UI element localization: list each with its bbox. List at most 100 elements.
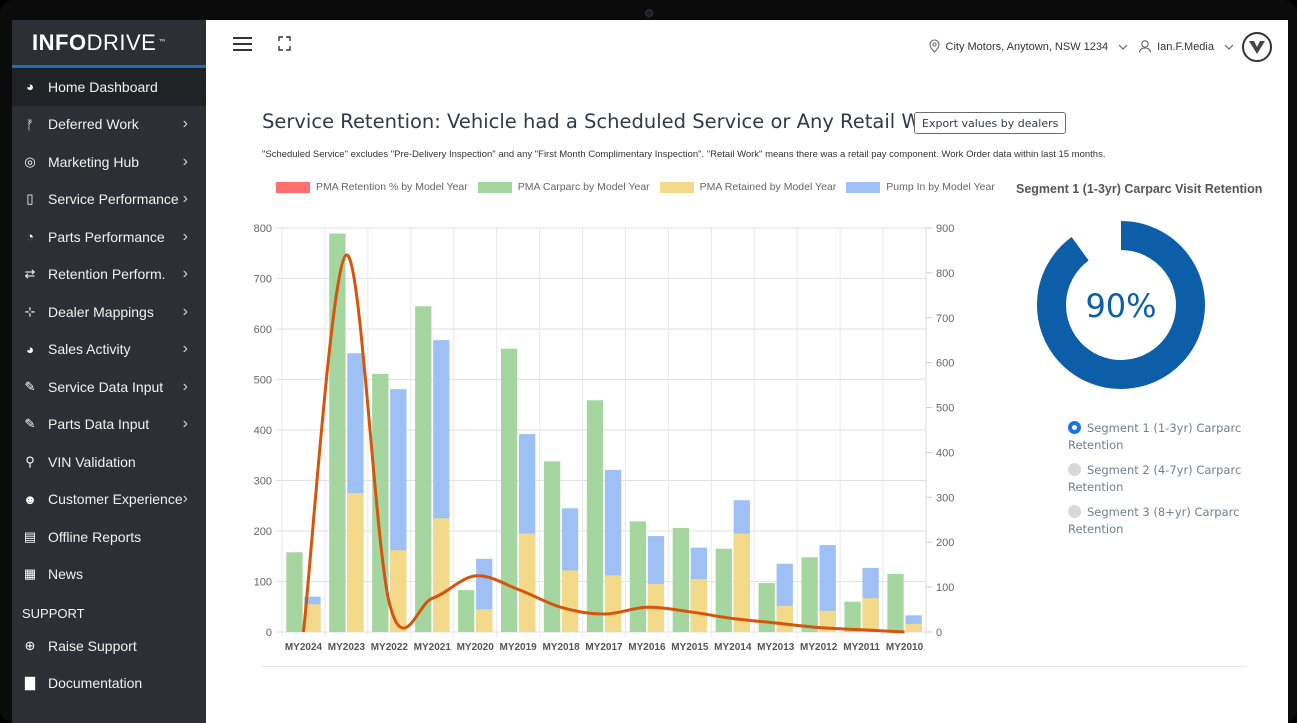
legend-label: PMA Carparc by Model Year [517,181,650,193]
radio-label: Segment 2 (4-7yr) Carparc Retention [1068,463,1242,494]
x-tick-label: MY2017 [585,642,623,653]
lifebuoy-icon: ⊕ [24,637,36,653]
sidebar-item-label: Home Dashboard [48,78,158,95]
sidebar-item-label: Customer Experience [48,491,183,508]
bar-carparc [586,400,604,632]
chevron-right-icon: › [182,152,188,170]
user-menu[interactable]: Ian.F.Media [1157,41,1214,53]
y-tick-label: 400 [254,425,272,437]
retention-donut-chart: 90% [1037,221,1205,389]
chevron-down-icon[interactable] [1224,42,1234,53]
legend-item[interactable]: PMA Carparc by Model Year [477,181,650,193]
chevron-right-icon: › [182,415,188,433]
segment-title: Segment 1 (1-3yr) Carparc Visit Retentio… [1016,182,1263,196]
chevron-down-icon[interactable] [1118,42,1128,53]
sidebar: INFO DRIVE ™ ◕ Home Dashboard ᚠ Deferred Work… [12,20,206,723]
y2-tick-label: 400 [936,447,954,459]
y-tick-label: 200 [254,526,272,538]
fullscreen-icon[interactable] [278,36,291,51]
segment-radio-1[interactable]: Segment 1 (1-3yr) Carparc Retention [1068,420,1258,454]
sidebar-item-service-performance[interactable]: ▯ Service Performance › [12,181,206,219]
segment-radio-2[interactable]: Segment 2 (4-7yr) Carparc Retention [1068,462,1258,496]
legend-label: PMA Retention % by Model Year [316,181,468,193]
sidebar-item-retention-perform[interactable]: ⇄ Retention Perform. › [12,256,206,294]
y2-tick-label: 300 [936,492,954,504]
sidebar-item-label: Retention Perform. [48,266,166,283]
x-tick-label: MY2013 [757,642,795,653]
bar-carparc [458,590,475,632]
sidebar-item-home-dashboard[interactable]: ◕ Home Dashboard [12,68,206,106]
legend-item[interactable]: Pump In by Model Year [846,181,995,193]
radio-button-icon[interactable] [1068,505,1081,518]
radio-button-icon[interactable] [1068,421,1081,434]
chevron-right-icon: › [182,227,188,245]
sidebar-item-customer-experience[interactable]: ☻ Customer Experience › [12,481,206,519]
sidebar-item-parts-data-input[interactable]: ✎ Parts Data Input › [12,406,206,444]
sidebar-item-label: Documentation [48,675,143,692]
sidebar-item-parts-performance[interactable]: ◔ Parts Performance › [12,218,206,256]
y-tick-label: 0 [266,627,272,639]
sidebar-item-offline-reports[interactable]: ▤ Offline Reports [12,518,206,556]
bar-retained [604,575,622,632]
y-tick-label: 100 [254,577,272,589]
radio-button-icon[interactable] [1068,463,1081,476]
export-button[interactable]: Export values by dealers [914,112,1067,134]
sidebar-item-label: Raise Support [48,637,137,654]
sidebar-item-vin-validation[interactable]: ⚲ VIN Validation [12,443,206,481]
sidebar-item-documentation[interactable]: ▇ Documentation [12,665,206,703]
app-logo[interactable]: INFO DRIVE ™ [12,20,206,68]
pie-chart-icon: ◔ [26,229,34,245]
car-icon: ◕ [26,341,34,357]
sidebar-item-label: Dealer Mappings [48,303,154,320]
support-nav: ⊕ Raise Support ▇ Documentation [12,627,206,702]
bar-retained [776,605,793,632]
document-icon: ▇ [25,675,35,691]
sidebar-item-sales-activity[interactable]: ◕ Sales Activity › [12,331,206,369]
retweet-icon: ⇄ [24,266,36,282]
x-tick-label: MY2018 [542,642,580,653]
sidebar-item-label: Marketing Hub [48,153,140,170]
chevron-right-icon: › [182,190,188,208]
chevron-right-icon: › [182,377,188,395]
y-tick-label: 500 [254,375,272,387]
legend-item[interactable]: PMA Retention % by Model Year [276,181,468,193]
x-tick-label: MY2015 [671,642,709,653]
sidebar-item-service-data-input[interactable]: ✎ Service Data Input › [12,368,206,406]
sidebar-item-raise-support[interactable]: ⊕ Raise Support [12,627,206,665]
legend-item[interactable]: PMA Retained by Model Year [659,181,836,193]
bar-chart-icon: ▯ [26,191,34,207]
y2-tick-label: 600 [936,358,954,370]
screen: INFO DRIVE ™ ◕ Home Dashboard ᚠ Deferred Work… [12,20,1288,723]
bar-carparc [672,527,690,632]
bar-retained [905,623,922,632]
chevron-right-icon: › [182,302,188,320]
hamburger-menu-icon[interactable] [233,37,252,51]
y2-tick-label: 700 [936,313,954,325]
dealer-selector[interactable]: City Motors, Anytown, NSW 1234 [946,41,1109,53]
chevron-right-icon: › [182,115,188,133]
brand-avatar[interactable] [1242,32,1272,62]
chevron-right-icon: › [182,340,188,358]
y2-tick-label: 0 [936,627,942,639]
pencil-icon: ✎ [24,378,36,394]
bar-carparc [415,306,432,632]
sidebar-item-label: VIN Validation [48,453,136,470]
bar-carparc [629,521,647,632]
x-tick-label: MY2012 [800,642,838,653]
sidebar-item-label: Service Data Input [48,378,164,395]
sidebar-item-news[interactable]: ▦ News [12,556,206,594]
donut-value-label: 90% [1085,287,1156,325]
bar-retained [476,609,493,632]
bar-retained [862,598,879,632]
chevron-right-icon: › [182,265,188,283]
segment-radio-3[interactable]: Segment 3 (8+yr) Carparc Retention [1068,504,1258,538]
archive-icon: ▤ [23,528,37,544]
x-tick-label: MY2024 [285,642,323,653]
sidebar-item-label: News [48,566,84,583]
sidebar-item-marketing-hub[interactable]: ◎ Marketing Hub › [12,143,206,181]
sidebar-item-dealer-mappings[interactable]: ⊹ Dealer Mappings › [12,293,206,331]
chevron-right-icon: › [182,490,188,508]
sidebar-item-deferred-work[interactable]: ᚠ Deferred Work › [12,106,206,144]
y2-tick-label: 900 [936,223,954,235]
sidebar-item-label: Parts Data Input [48,416,150,433]
